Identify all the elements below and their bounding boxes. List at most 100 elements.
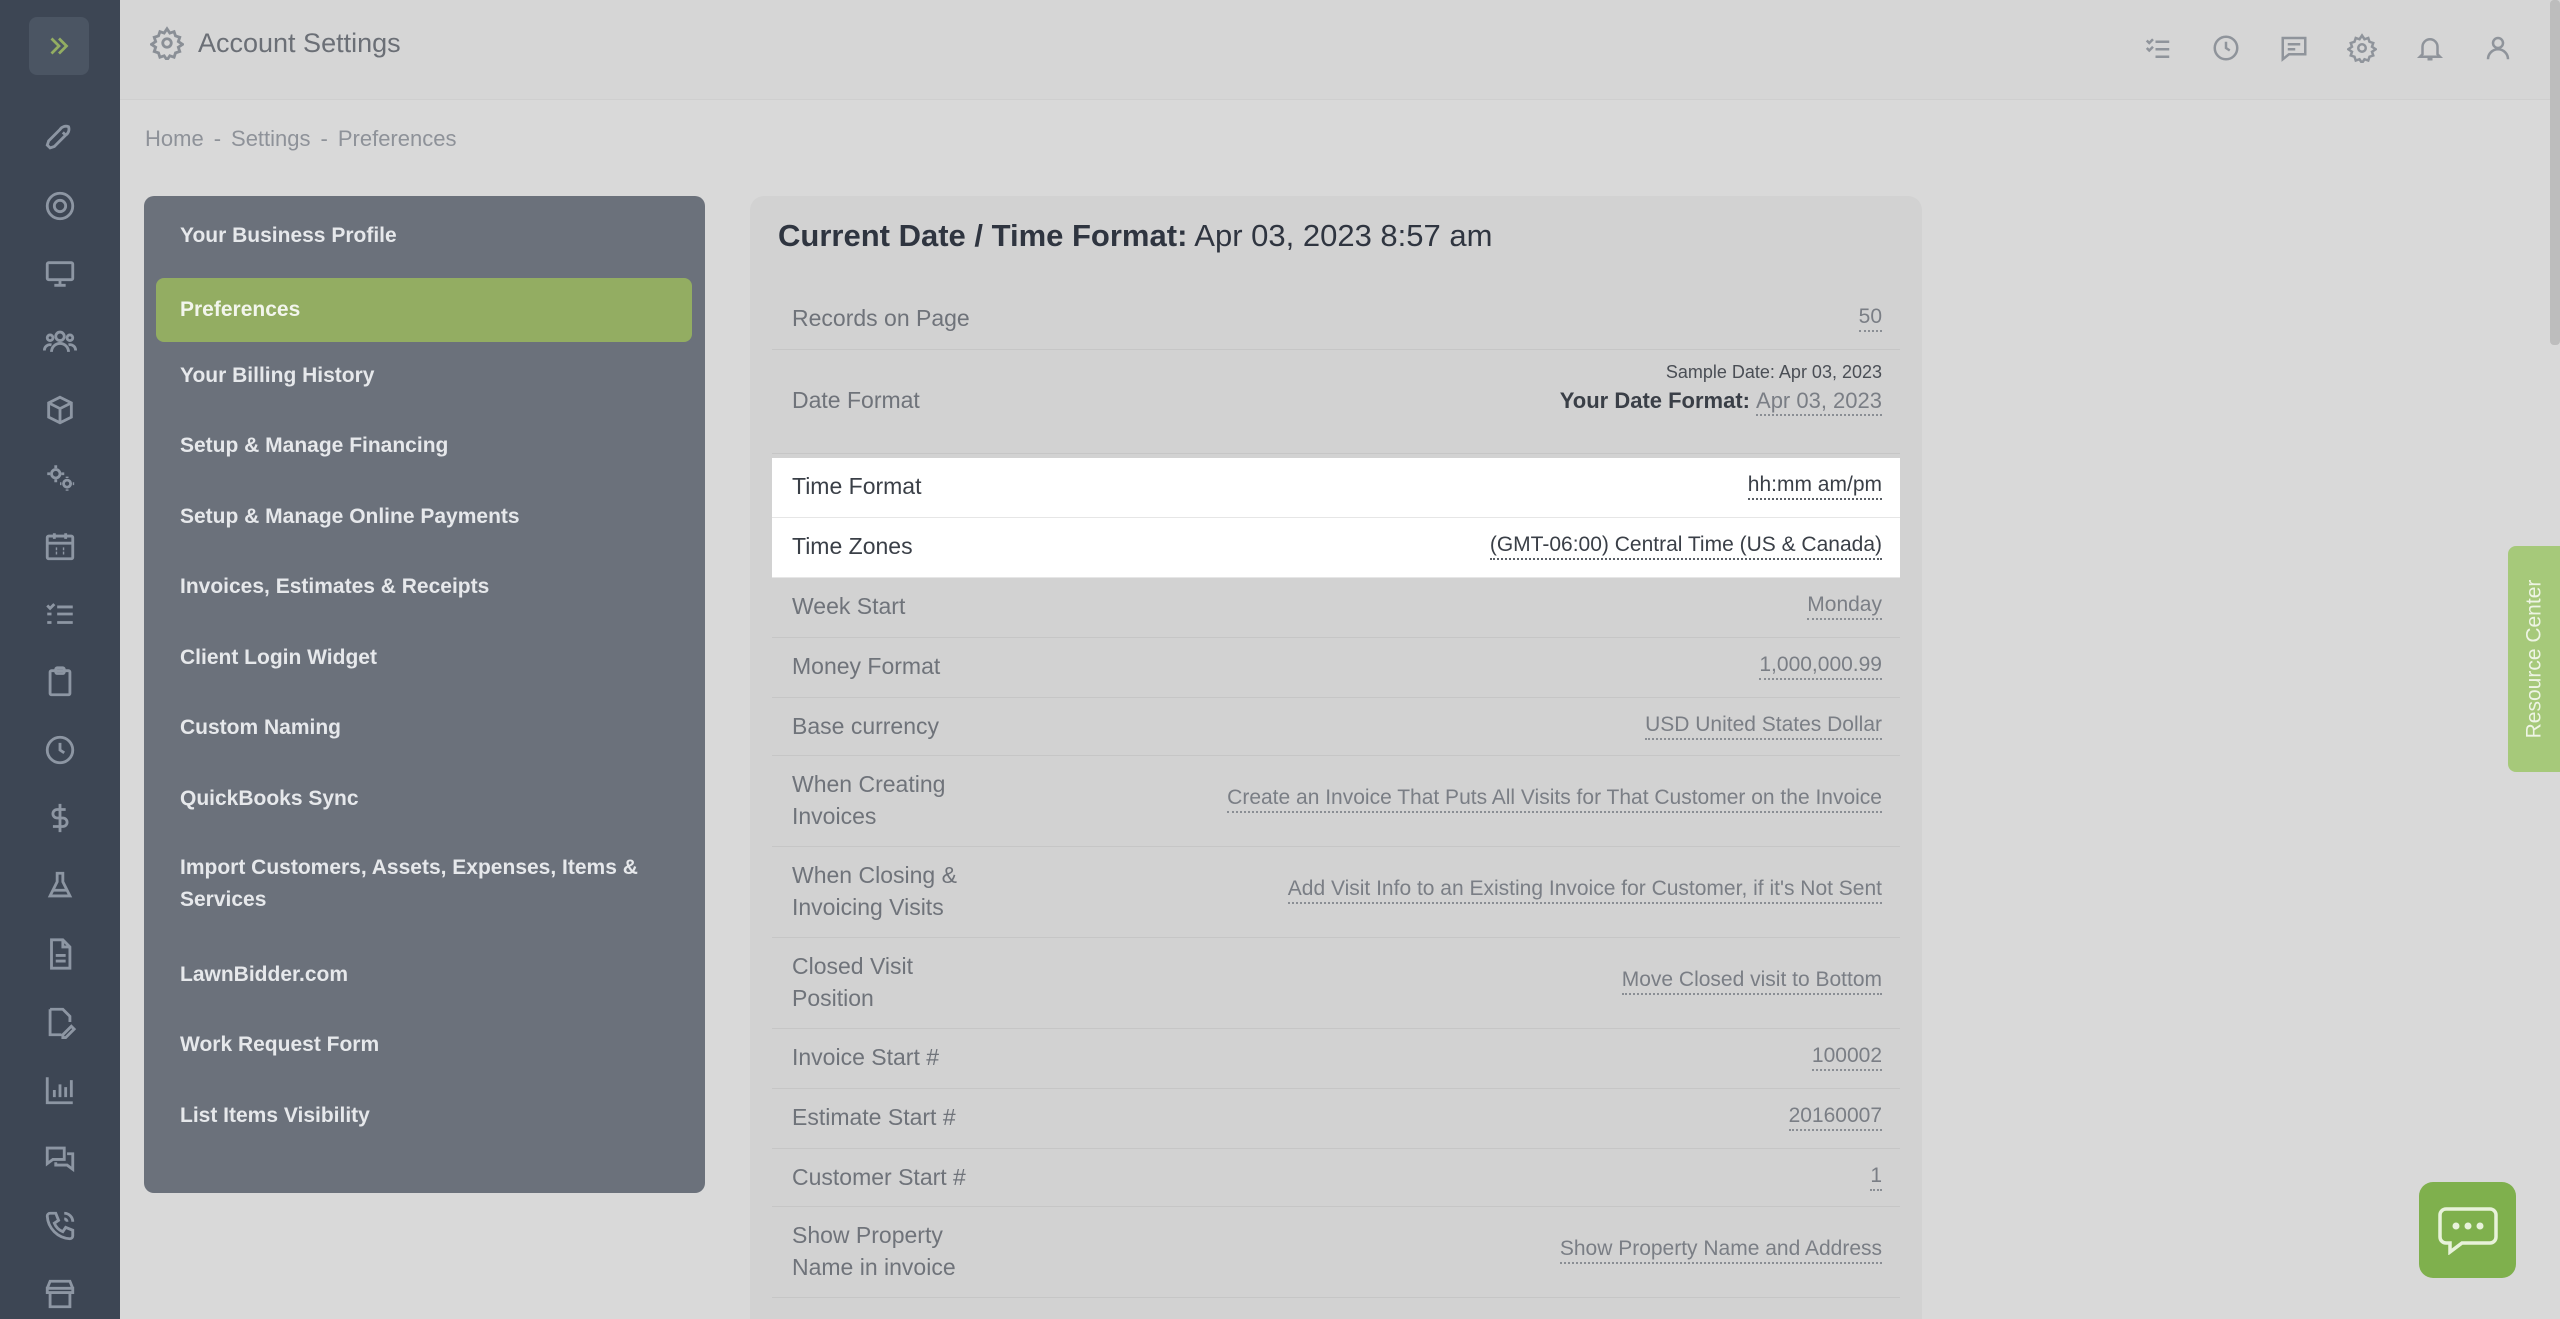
row-estimate-start: Estimate Start # 20160007 <box>772 1089 1900 1149</box>
history-icon[interactable] <box>2208 30 2244 66</box>
breadcrumb-home[interactable]: Home <box>145 126 204 152</box>
row-when-closing-visits: When Closing & Invoicing Visits Add Visi… <box>772 847 1900 938</box>
row-label-line: When Creating <box>792 771 946 797</box>
page-title: Account Settings <box>198 27 401 58</box>
calendar-icon[interactable] <box>40 526 80 566</box>
settings-nav-item[interactable]: Setup & Manage Financing <box>156 428 692 464</box>
row-records-on-page: Records on Page 50 <box>772 290 1900 350</box>
message-icon[interactable] <box>2276 30 2312 66</box>
nav-item-label: Preferences <box>180 298 301 321</box>
invoice-start-value[interactable]: 100002 <box>1811 1043 1882 1071</box>
row-label: Closed Visit Position <box>792 950 913 1014</box>
your-date-format: Your Date Format: Apr 03, 2023 <box>1560 388 1882 416</box>
bar-chart-icon[interactable] <box>40 1070 80 1110</box>
row-label-line: Name in invoice <box>792 1254 956 1280</box>
support-icon[interactable] <box>40 186 80 226</box>
settings-nav-item[interactable]: Your Business Profile <box>156 218 692 254</box>
page-scrollbar[interactable] <box>2550 0 2560 345</box>
tasks-icon[interactable] <box>2140 30 2176 66</box>
nav-item-label: Work Request Form <box>180 1033 380 1056</box>
breadcrumb-current: Preferences <box>337 126 457 151</box>
records-on-page-value[interactable]: 50 <box>1858 304 1882 332</box>
show-property-value[interactable]: Show Property Name and Address <box>1559 1236 1882 1264</box>
phone-icon[interactable] <box>40 1206 80 1246</box>
breadcrumb-settings[interactable]: Settings <box>231 126 311 152</box>
row-time-format: Time Format hh:mm am/pm <box>772 458 1900 518</box>
base-currency-value[interactable]: USD United States Dollar <box>1645 712 1882 740</box>
users-icon[interactable] <box>40 322 80 362</box>
week-start-value[interactable]: Monday <box>1807 592 1882 620</box>
settings-icon[interactable] <box>2344 30 2380 66</box>
row-label: When Creating Invoices <box>792 768 945 832</box>
live-chat-button[interactable] <box>2419 1182 2516 1278</box>
bell-icon[interactable] <box>2412 30 2448 66</box>
row-label: Show Property Name in invoice <box>792 1219 956 1283</box>
gears-icon[interactable] <box>40 458 80 498</box>
settings-nav-item[interactable]: Work Request Form <box>156 1027 692 1063</box>
settings-nav-item[interactable]: List Items Visibility <box>156 1098 692 1134</box>
settings-nav-item[interactable]: QuickBooks Sync <box>156 781 692 817</box>
header-icon-bar <box>2140 30 2516 66</box>
row-label-line: Show Property <box>792 1222 943 1248</box>
row-label: Estimate Start # <box>792 1104 956 1130</box>
row-label: Time Zones <box>792 533 913 559</box>
creating-invoices-value[interactable]: Create an Invoice That Puts All Visits f… <box>1227 785 1882 813</box>
row-label: Time Format <box>792 473 922 499</box>
resource-center-label: Resource Center <box>2522 579 2545 739</box>
nav-item-label: Setup & Manage Financing <box>180 434 449 457</box>
settings-nav-item[interactable]: Your Billing History <box>156 358 692 394</box>
document-icon[interactable] <box>40 934 80 974</box>
page-title-group: Account Settings <box>150 26 401 60</box>
top-header: Account Settings <box>120 0 2560 100</box>
settings-nav-item[interactable]: Client Login Widget <box>156 640 692 676</box>
settings-nav-item[interactable]: Setup & Manage Online Payments <box>156 499 692 535</box>
breadcrumb-separator: - <box>213 126 222 151</box>
nav-item-label: Client Login Widget <box>180 646 377 669</box>
date-format-value[interactable]: Apr 03, 2023 <box>1756 388 1882 416</box>
time-zone-value[interactable]: (GMT-06:00) Central Time (US & Canada) <box>1489 532 1882 560</box>
settings-nav-item[interactable]: LawnBidder.com <box>156 957 692 993</box>
resource-center-tab[interactable]: Resource Center <box>2508 546 2560 772</box>
nav-item-label: Invoices, Estimates & Receipts <box>180 575 490 598</box>
settings-nav-item-active[interactable]: Preferences <box>156 278 692 342</box>
clipboard-icon[interactable] <box>40 662 80 702</box>
rocket-icon[interactable] <box>40 118 80 158</box>
row-date-format: Date Format Sample Date: Apr 03, 2023 Yo… <box>772 350 1900 454</box>
row-invoice-start: Invoice Start # 100002 <box>772 1029 1900 1089</box>
row-label: Customer Start # <box>792 1164 966 1190</box>
row-label-line: When Closing & <box>792 862 957 888</box>
row-label: Week Start <box>792 593 906 619</box>
closed-visit-position-value[interactable]: Move Closed visit to Bottom <box>1621 967 1882 995</box>
settings-nav-item[interactable]: Custom Naming <box>156 710 692 746</box>
nav-item-label: Custom Naming <box>180 716 342 739</box>
money-format-value[interactable]: 1,000,000.99 <box>1759 652 1882 680</box>
row-when-creating-invoices: When Creating Invoices Create an Invoice… <box>772 756 1900 847</box>
store-icon[interactable] <box>40 1274 80 1314</box>
time-format-value[interactable]: hh:mm am/pm <box>1747 472 1882 500</box>
clock-icon[interactable] <box>40 730 80 770</box>
dollar-icon[interactable] <box>40 798 80 838</box>
flask-icon[interactable] <box>40 866 80 906</box>
desktop-icon[interactable] <box>40 254 80 294</box>
expand-menu-button[interactable] <box>29 17 89 75</box>
chat-bubbles-icon[interactable] <box>40 1138 80 1178</box>
customer-start-value[interactable]: 1 <box>1870 1163 1882 1191</box>
user-icon[interactable] <box>2480 30 2516 66</box>
current-format-value: Apr 03, 2023 8:57 am <box>1194 218 1493 253</box>
row-label-line: Invoicing Visits <box>792 894 944 920</box>
row-base-currency: Base currency USD United States Dollar <box>772 698 1900 756</box>
settings-nav-item[interactable]: Invoices, Estimates & Receipts <box>156 569 692 605</box>
row-label: Records on Page <box>792 305 970 331</box>
closing-visits-value[interactable]: Add Visit Info to an Existing Invoice fo… <box>1287 876 1882 904</box>
box-icon[interactable] <box>40 390 80 430</box>
preferences-card: Current Date / Time Format: Apr 03, 2023… <box>750 196 1922 1319</box>
sample-date: Sample Date: Apr 03, 2023 <box>1665 362 1882 382</box>
signature-icon[interactable] <box>40 1002 80 1042</box>
settings-nav-item[interactable]: Import Customers, Assets, Expenses, Item… <box>156 851 692 917</box>
row-customer-start: Customer Start # 1 <box>772 1149 1900 1207</box>
current-format-label: Current Date / Time Format: <box>778 218 1188 253</box>
nav-item-label: Your Billing History <box>180 364 375 387</box>
nav-item-label: Your Business Profile <box>180 224 397 247</box>
checklist-icon[interactable] <box>40 594 80 634</box>
estimate-start-value[interactable]: 20160007 <box>1788 1103 1882 1131</box>
